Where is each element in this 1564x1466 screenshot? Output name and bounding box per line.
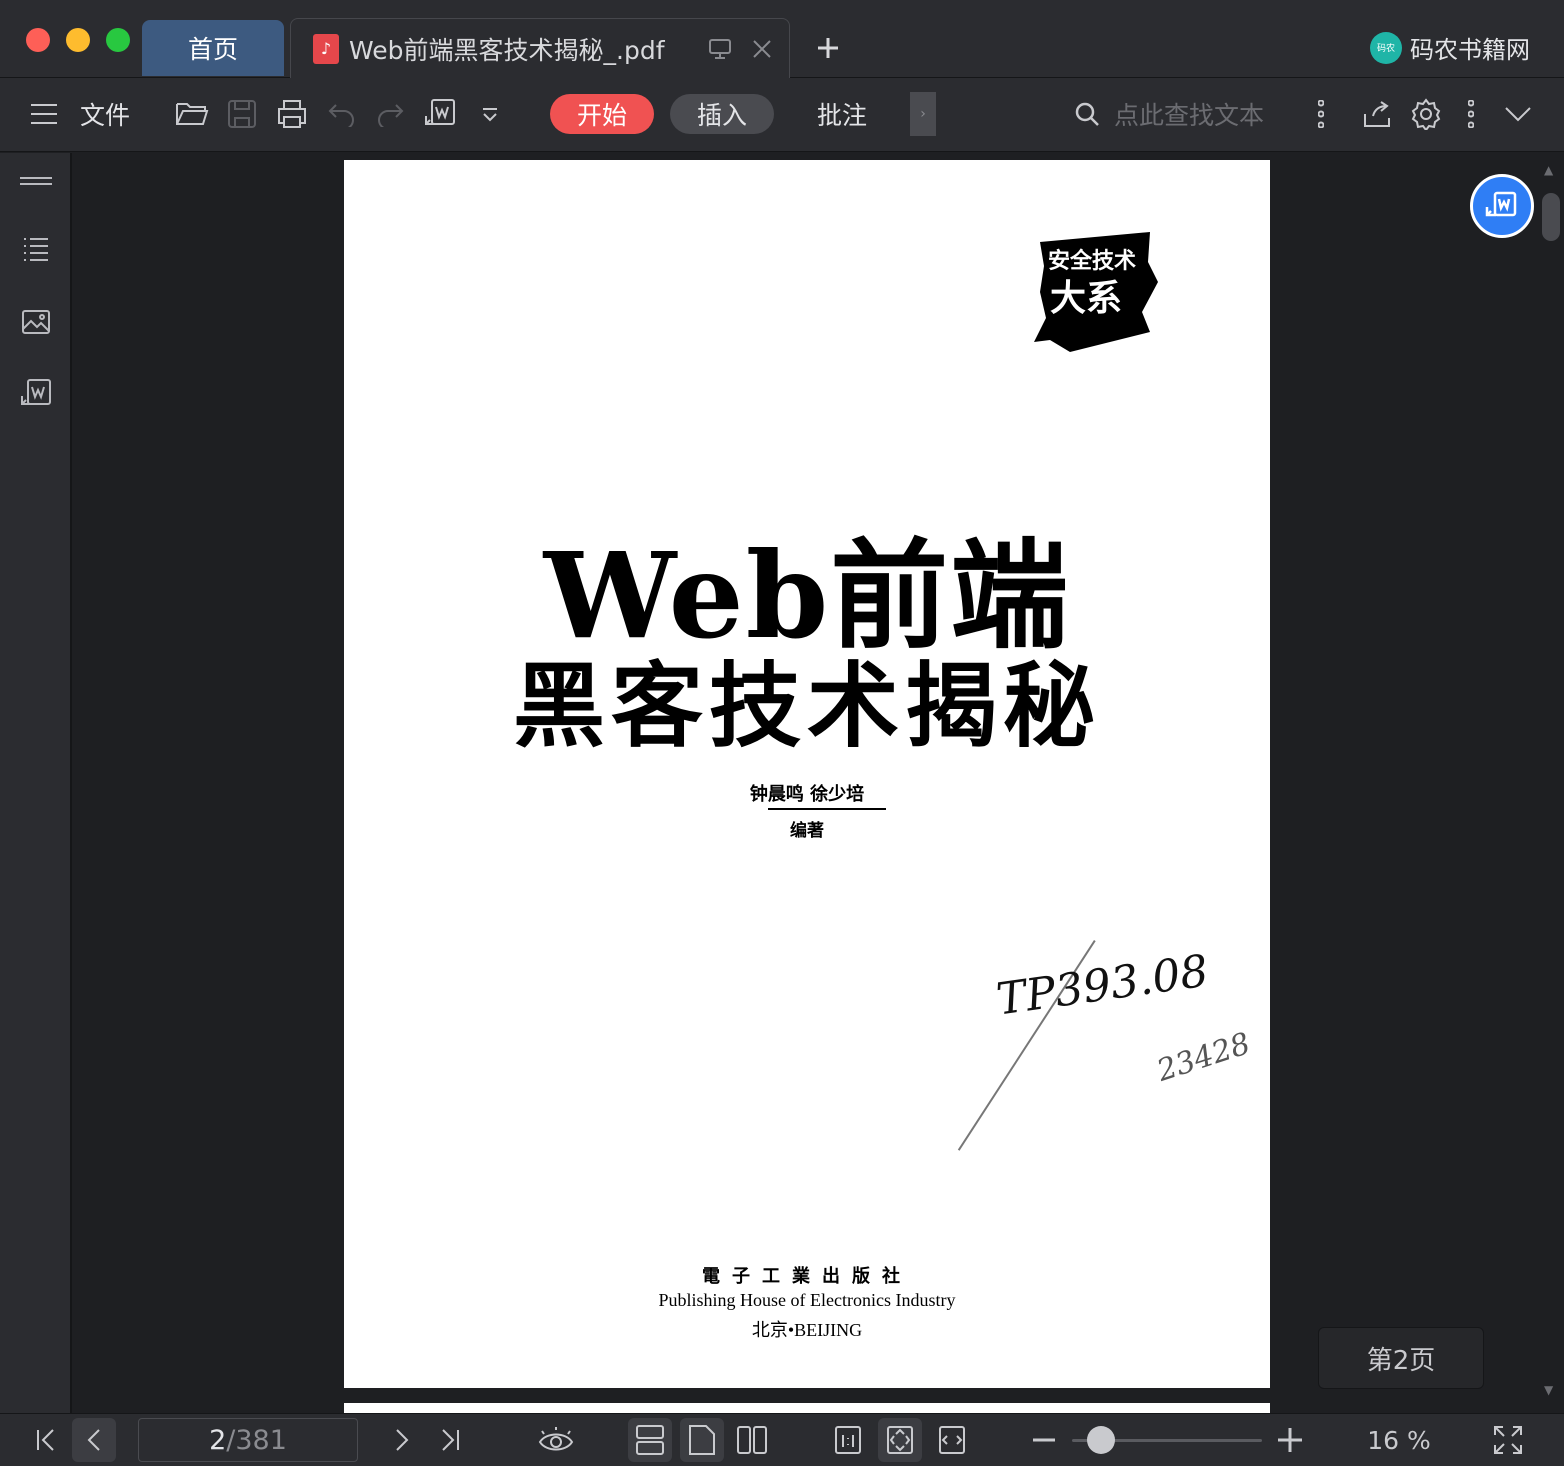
open-folder-icon[interactable] bbox=[170, 92, 214, 136]
reading-mode-eye-icon[interactable] bbox=[534, 1418, 578, 1462]
badge-line1: 安全技术 bbox=[1048, 248, 1136, 274]
publisher-name-cn: 電子工業出版社 bbox=[702, 1266, 912, 1287]
pdf-page: 安全技术 大系 Web前端 黑客技术揭秘 钟晨鸣 徐少培 编著 TP393.08… bbox=[344, 160, 1270, 1388]
zoom-in-icon[interactable] bbox=[1268, 1418, 1312, 1462]
single-page-icon[interactable] bbox=[680, 1418, 724, 1462]
print-icon[interactable] bbox=[270, 92, 314, 136]
last-page-icon[interactable] bbox=[428, 1418, 472, 1462]
actual-size-icon[interactable] bbox=[826, 1418, 870, 1462]
book-title-line2: 黑客技术揭秘 bbox=[512, 652, 1101, 760]
zoom-level[interactable]: 16 % bbox=[1346, 1418, 1452, 1462]
brand-link[interactable]: 码农 码农书籍网 bbox=[1370, 30, 1530, 65]
book-editor-label: 编著 bbox=[790, 821, 824, 841]
search-box[interactable]: 点此查找文本 bbox=[1072, 92, 1292, 136]
thumbnails-image-icon[interactable] bbox=[16, 302, 56, 342]
page-number-input[interactable]: 2 /381 bbox=[138, 1418, 358, 1462]
settings-gear-icon[interactable] bbox=[1404, 92, 1448, 136]
tab-close-icon[interactable] bbox=[747, 34, 777, 64]
publisher-name-en: Publishing House of Electronics Industry bbox=[658, 1290, 956, 1310]
tab-document[interactable]: ♪ Web前端黑客技术揭秘_.pdf bbox=[290, 18, 790, 78]
fit-page-icon[interactable] bbox=[878, 1418, 922, 1462]
search-icon bbox=[1072, 99, 1102, 129]
continuous-scroll-icon[interactable] bbox=[628, 1418, 672, 1462]
window-close-button[interactable] bbox=[26, 28, 50, 52]
sidebar-collapse-icon[interactable] bbox=[16, 161, 56, 201]
handwritten-accession-number: 23428 bbox=[1152, 1026, 1255, 1089]
new-tab-button[interactable] bbox=[808, 28, 848, 68]
two-page-icon[interactable] bbox=[730, 1418, 774, 1462]
collapse-toolbar-chevron-icon[interactable] bbox=[1496, 92, 1540, 136]
document-viewport[interactable]: 安全技术 大系 Web前端 黑客技术揭秘 钟晨鸣 徐少培 编著 TP393.08… bbox=[74, 153, 1564, 1413]
redo-icon[interactable] bbox=[368, 92, 412, 136]
share-icon[interactable] bbox=[1356, 92, 1400, 136]
total-pages-value: /381 bbox=[226, 1424, 287, 1456]
outline-list-icon[interactable] bbox=[16, 229, 56, 269]
bottom-status-bar: 2 /381 16 % bbox=[0, 1413, 1564, 1466]
monitor-icon[interactable] bbox=[705, 34, 735, 64]
tab-insert[interactable]: 插入 bbox=[670, 94, 774, 134]
badge-line2: 大系 bbox=[1050, 277, 1122, 319]
pdf-convert-icon[interactable] bbox=[16, 374, 56, 414]
scroll-up-arrow-icon[interactable]: ▲ bbox=[1544, 163, 1553, 177]
search-placeholder: 点此查找文本 bbox=[1114, 101, 1265, 130]
toolbar-dropdown-icon[interactable] bbox=[470, 92, 510, 136]
more-tabs-chevron-icon[interactable]: › bbox=[910, 92, 936, 136]
next-pdf-page-edge bbox=[344, 1403, 1270, 1413]
zoom-out-icon[interactable] bbox=[1022, 1418, 1066, 1462]
publisher-city: 北京•BEIJING bbox=[751, 1320, 863, 1340]
next-page-icon[interactable] bbox=[380, 1418, 424, 1462]
window-maximize-button[interactable] bbox=[106, 28, 130, 52]
book-authors: 钟晨鸣 徐少培 bbox=[749, 784, 865, 805]
file-menu[interactable]: 文件 bbox=[76, 92, 134, 136]
window-minimize-button[interactable] bbox=[66, 28, 90, 52]
fullscreen-icon[interactable] bbox=[1486, 1418, 1530, 1462]
handwritten-call-number: TP393.08 bbox=[993, 945, 1212, 1026]
more-options-icon[interactable] bbox=[1456, 92, 1486, 136]
page-indicator-badge: 第2页 bbox=[1318, 1327, 1484, 1389]
pdf-to-word-icon[interactable] bbox=[418, 92, 462, 136]
brand-logo-icon: 码农 bbox=[1370, 31, 1402, 64]
hamburger-menu-icon[interactable] bbox=[24, 92, 64, 136]
save-icon[interactable] bbox=[220, 92, 264, 136]
brand-name: 码农书籍网 bbox=[1410, 36, 1530, 64]
vertical-scrollbar-thumb[interactable] bbox=[1542, 193, 1560, 241]
fit-width-icon[interactable] bbox=[930, 1418, 974, 1462]
author-underline bbox=[768, 808, 886, 810]
zoom-slider-knob[interactable] bbox=[1087, 1426, 1115, 1454]
pdf-file-icon: ♪ bbox=[313, 33, 339, 64]
left-sidebar bbox=[0, 153, 72, 1413]
convert-to-word-fab-icon[interactable] bbox=[1470, 174, 1534, 238]
series-badge-logo: 安全技术 大系 bbox=[1030, 222, 1160, 352]
pdf-reader-window: 首页 ♪ Web前端黑客技术揭秘_.pdf 码农 码农书籍网 文件 开始 插入 … bbox=[0, 0, 1564, 1466]
previous-page-icon[interactable] bbox=[72, 1418, 116, 1462]
tab-annotate[interactable]: 批注 bbox=[792, 94, 892, 134]
current-page-value: 2 bbox=[209, 1424, 227, 1456]
tab-document-title: Web前端黑客技术揭秘_.pdf bbox=[349, 35, 665, 65]
tab-home[interactable]: 首页 bbox=[142, 20, 284, 76]
main-toolbar: 文件 开始 插入 批注 › 点此查找文本 bbox=[0, 78, 1564, 152]
undo-icon[interactable] bbox=[320, 92, 364, 136]
title-bar: 首页 ♪ Web前端黑客技术揭秘_.pdf 码农 码农书籍网 bbox=[0, 0, 1564, 78]
toolbar-separator-dots-icon bbox=[1306, 92, 1336, 136]
scroll-down-arrow-icon[interactable]: ▼ bbox=[1544, 1383, 1553, 1397]
first-page-icon[interactable] bbox=[24, 1418, 68, 1462]
tab-start[interactable]: 开始 bbox=[550, 94, 654, 134]
